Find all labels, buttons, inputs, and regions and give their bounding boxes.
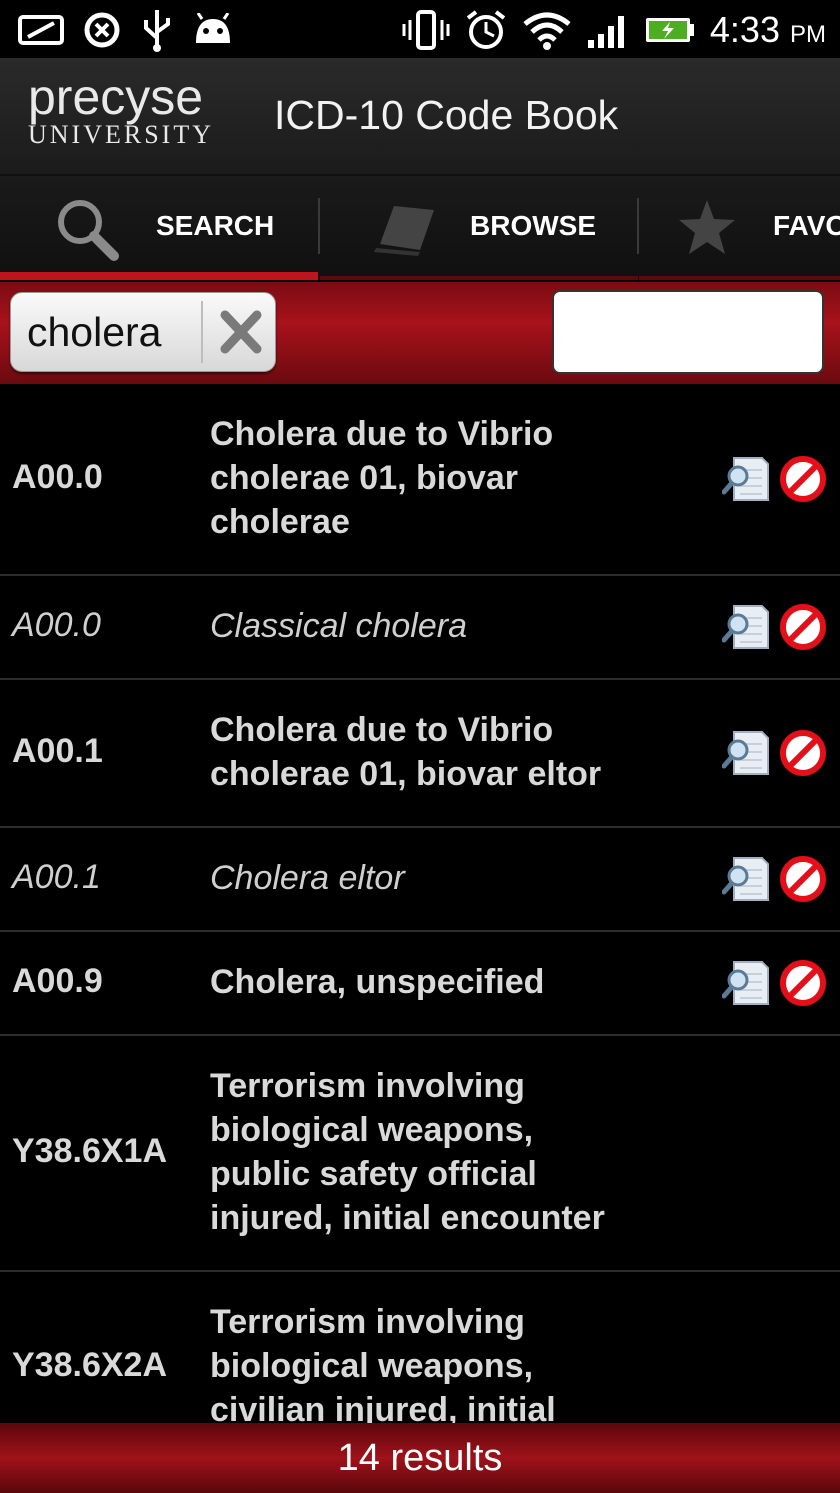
search-bar: cholera xyxy=(0,282,840,384)
view-document-icon[interactable] xyxy=(722,454,772,504)
battery-icon xyxy=(645,18,694,42)
result-description: Cholera, unspecified xyxy=(210,960,640,1004)
result-description-line: biological weapons, xyxy=(210,1347,534,1385)
result-actions xyxy=(722,854,830,906)
tab-bar: SEARCH BROWSE FAVO xyxy=(0,176,840,280)
result-description: Cholera eltor xyxy=(210,856,640,900)
tab-search-label: SEARCH xyxy=(156,210,275,241)
result-actions xyxy=(722,454,830,506)
exclude-icon[interactable] xyxy=(778,854,828,904)
clock: 4:33 PM xyxy=(709,9,826,50)
usb-icon xyxy=(144,10,170,52)
results-count: 14 results xyxy=(337,1437,503,1479)
exclude-icon[interactable] xyxy=(778,454,828,504)
result-description-line: Cholera eltor xyxy=(210,859,405,897)
result-description-line: cholerae 01, biovar eltor xyxy=(210,755,602,793)
results-footer: 14 results xyxy=(0,1423,840,1493)
tab-browse-label: BROWSE xyxy=(470,210,596,241)
tab-favorites[interactable]: FAVO xyxy=(639,176,840,280)
result-row[interactable]: Y38.6X1A Terrorism involving biological we… xyxy=(0,1036,840,1272)
star-icon xyxy=(679,200,735,254)
result-description-line: Cholera, unspecified xyxy=(210,963,545,1001)
result-code: A00.1 xyxy=(12,858,101,896)
result-row[interactable]: A00.0 Classical cholera xyxy=(0,576,840,680)
exclude-icon[interactable] xyxy=(778,602,828,652)
result-description-line: biological weapons, xyxy=(210,1111,534,1149)
result-description-line: Terrorism involving xyxy=(210,1303,525,1341)
result-code: A00.1 xyxy=(12,732,103,770)
android-icon xyxy=(196,13,230,43)
view-document-icon[interactable] xyxy=(722,958,772,1008)
result-description-line: Terrorism involving xyxy=(210,1067,525,1105)
app-title: ICD-10 Code Book xyxy=(274,92,619,138)
wifi-icon xyxy=(523,12,571,50)
tab-search[interactable]: SEARCH xyxy=(0,176,318,280)
result-row[interactable]: A00.1 Cholera due to Vibrio cholerae 01, b… xyxy=(0,680,840,828)
app-header: precyse UNIVERSITY ICD-10 Code Book xyxy=(0,58,840,176)
view-document-icon[interactable] xyxy=(722,602,772,652)
result-description-line: Classical cholera xyxy=(210,607,467,645)
result-description-line: public safety official xyxy=(210,1155,537,1193)
result-description: Terrorism involving biological weapons, pu… xyxy=(210,1064,640,1240)
view-document-icon[interactable] xyxy=(722,728,772,778)
book-icon xyxy=(374,206,434,256)
result-row[interactable]: A00.9 Cholera, unspecified xyxy=(0,932,840,1036)
result-description: Cholera due to Vibrio cholerae 01, biovar… xyxy=(210,412,640,544)
result-description-line: cholerae xyxy=(210,503,350,541)
vibrate-icon xyxy=(402,10,450,50)
result-description-line: Cholera due to Vibrio xyxy=(210,415,554,453)
signal-icon xyxy=(587,16,624,48)
search-input[interactable] xyxy=(552,290,824,374)
result-description: Cholera due to Vibrio cholerae 01, biovar… xyxy=(210,708,640,796)
result-description-line: injured, initial encounter xyxy=(210,1199,605,1237)
tab-favorites-label: FAVO xyxy=(773,210,840,241)
alarm-icon xyxy=(466,10,506,49)
tab-active-indicator xyxy=(0,272,318,280)
exclude-icon[interactable] xyxy=(778,728,828,778)
screen-icon xyxy=(18,15,64,45)
tab-browse[interactable]: BROWSE xyxy=(320,176,638,280)
precyse-logo: precyse UNIVERSITY xyxy=(28,69,214,149)
view-document-icon[interactable] xyxy=(722,854,772,904)
result-row[interactable]: A00.0 Cholera due to Vibrio cholerae 01, b… xyxy=(0,384,840,576)
result-description-line: cholerae 01, biovar xyxy=(210,459,519,497)
search-term-chip[interactable]: cholera xyxy=(10,292,276,372)
result-code: A00.0 xyxy=(12,458,103,496)
results-list: A00.0 Cholera due to Vibrio cholerae 01, b… xyxy=(0,384,840,1464)
result-code: A00.0 xyxy=(12,606,101,644)
result-actions xyxy=(722,958,830,1010)
search-term-text: cholera xyxy=(27,309,162,355)
result-description: Terrorism involving biological weapons, ci… xyxy=(210,1300,640,1432)
clear-search-icon[interactable] xyxy=(211,299,271,365)
result-description: Classical cholera xyxy=(210,604,640,648)
result-row[interactable]: A00.1 Cholera eltor xyxy=(0,828,840,932)
sync-icon xyxy=(84,12,120,48)
result-code: Y38.6X1A xyxy=(12,1132,167,1170)
result-code: A00.9 xyxy=(12,962,103,1000)
result-actions xyxy=(722,602,830,654)
result-actions xyxy=(722,728,830,780)
result-code: Y38.6X2A xyxy=(12,1346,167,1384)
result-description-line: Cholera due to Vibrio xyxy=(210,711,554,749)
exclude-icon[interactable] xyxy=(778,958,828,1008)
search-icon xyxy=(58,200,119,261)
status-bar: 4:33 PM xyxy=(0,0,840,58)
